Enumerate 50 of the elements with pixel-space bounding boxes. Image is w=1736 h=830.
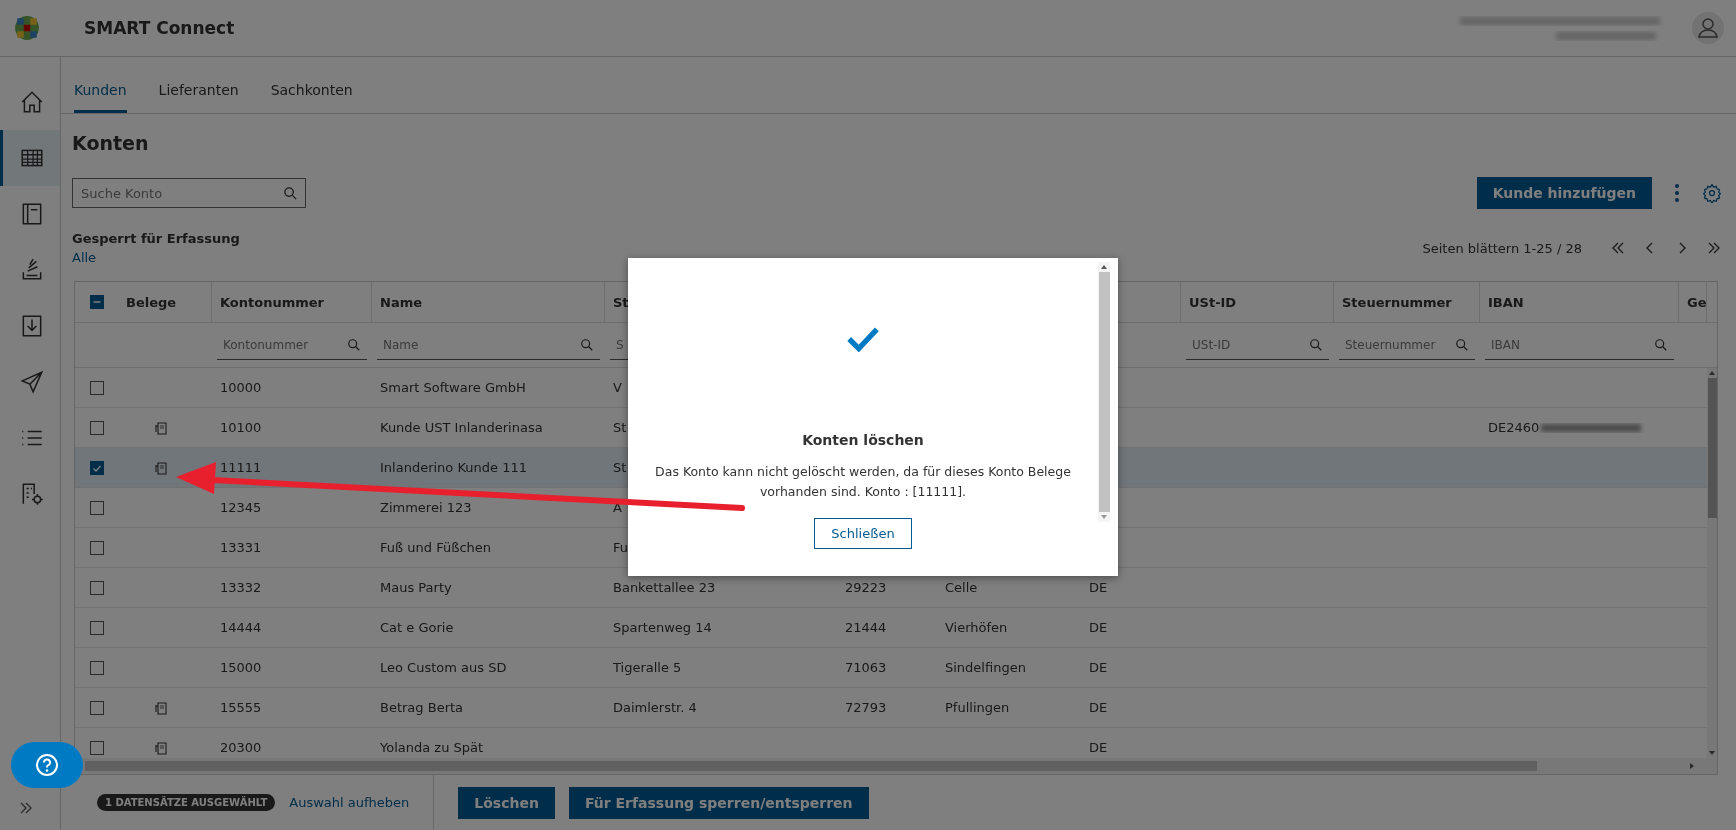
app-title: SMART Connect xyxy=(84,18,235,38)
table-cell: Betrag Berta xyxy=(380,700,464,715)
table-cell: V xyxy=(613,380,622,395)
table-cell: Yolanda zu Spät xyxy=(380,740,484,755)
table-cell: 10000 xyxy=(220,380,262,395)
table-cell: 13331 xyxy=(220,540,262,555)
table-cell: DE xyxy=(1089,580,1108,595)
selection-count-badge: 1 DATENSÄTZE AUSGEWÄHLT xyxy=(97,794,276,811)
table-cell: Kunde UST Inlanderinasa xyxy=(380,420,543,435)
table-cell: 21444 xyxy=(845,620,887,635)
table-cell: Fu xyxy=(613,540,628,555)
table-cell: Tigeralle 5 xyxy=(613,660,682,675)
dialog-message: Das Konto kann nicht gelöscht werden, da für dieses Konto Belege vorhanden sind. Konto : [11111]. xyxy=(654,463,1072,501)
table-cell: 15555 xyxy=(220,700,262,715)
pagination-text: Seiten blättern 1-25 / 28 xyxy=(1422,240,1582,256)
filter-label: Gesperrt für Erfassung xyxy=(72,231,240,246)
table-cell: Cat e Gorie xyxy=(380,620,454,635)
table-cell: 11111 xyxy=(220,460,262,475)
table-cell: Fuß und Füßchen xyxy=(380,540,491,555)
table-cell: Celle xyxy=(945,580,978,595)
page-title: Konten xyxy=(72,132,150,156)
table-cell: 29223 xyxy=(845,580,887,595)
table-cell: 14444 xyxy=(220,620,262,635)
table-cell: Zimmerei 123 xyxy=(380,500,472,515)
table-cell: DE xyxy=(1089,740,1108,755)
table-cell: A xyxy=(613,500,622,515)
table-cell: 13332 xyxy=(220,580,262,595)
table-cell: St xyxy=(613,460,627,475)
table-cell: Bankettallee 23 xyxy=(613,580,716,595)
table-cell: 20300 xyxy=(220,740,262,755)
table-cell: Smart Software GmbH xyxy=(380,380,526,395)
table-cell: Spartenweg 14 xyxy=(613,620,712,635)
table-cell: DE xyxy=(1089,660,1108,675)
table-cell: Daimlerstr. 4 xyxy=(613,700,697,715)
table-cell: Sindelfingen xyxy=(945,660,1026,675)
table-cell: St xyxy=(613,420,627,435)
table-cell: Pfullingen xyxy=(945,700,1010,715)
dialog-title: Konten löschen xyxy=(802,432,924,448)
table-cell: DE xyxy=(1089,700,1108,715)
table-cell: DE xyxy=(1089,620,1108,635)
table-cell: 72793 xyxy=(845,700,887,715)
table-cell: 10100 xyxy=(220,420,262,435)
table-cell: DE2460 xyxy=(1488,420,1540,435)
table-cell: 12345 xyxy=(220,500,262,515)
table-cell: 71063 xyxy=(845,660,887,675)
table-cell: Maus Party xyxy=(380,580,452,595)
table-cell: Vierhöfen xyxy=(945,620,1008,635)
table-cell: Inlanderino Kunde 111 xyxy=(380,460,527,475)
table-cell: 15000 xyxy=(220,660,262,675)
table-cell: Leo Custom aus SD xyxy=(380,660,507,675)
